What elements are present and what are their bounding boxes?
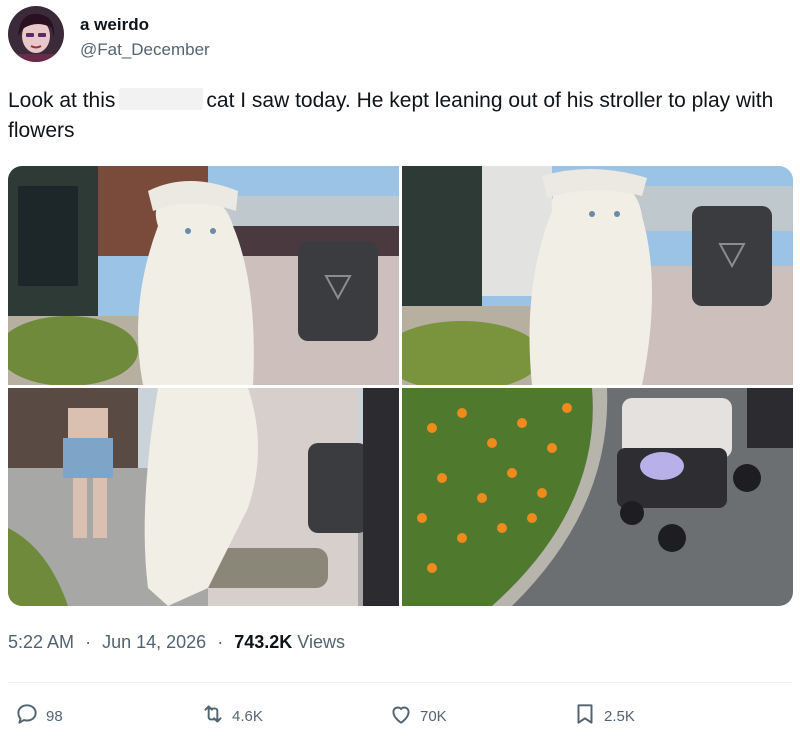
reply-count: 98 [46, 707, 63, 725]
tweet-text-before: Look at this [8, 89, 116, 112]
tweet-header: a weirdo @Fat_December [8, 6, 792, 66]
tweet-date[interactable]: Jun 14, 2026 [102, 632, 206, 652]
like-button[interactable]: 70K [388, 700, 447, 732]
divider [8, 682, 792, 683]
redaction-box [119, 88, 204, 110]
bookmark-icon [572, 701, 598, 731]
tweet-meta: 5:22 AM · Jun 14, 2026 · 743.2K Views [8, 632, 345, 653]
photo-3[interactable] [8, 388, 399, 606]
separator-dot: · [217, 632, 224, 652]
like-count: 70K [420, 707, 447, 725]
reply-button[interactable]: 98 [14, 700, 63, 732]
heart-icon [388, 701, 414, 731]
tweet-time[interactable]: 5:22 AM [8, 632, 74, 652]
display-name[interactable]: a weirdo [80, 15, 149, 35]
retweet-count: 4.6K [232, 707, 263, 725]
separator-dot: · [85, 632, 92, 652]
retweet-button[interactable]: 4.6K [200, 700, 263, 732]
retweet-icon [200, 701, 226, 731]
views-count: 743.2K [234, 632, 293, 652]
photo-1[interactable] [8, 166, 399, 385]
photo-2[interactable] [402, 166, 793, 385]
tweet-text: Look at this cat I saw today. He kept lea… [8, 86, 792, 146]
bookmark-button[interactable]: 2.5K [572, 700, 635, 732]
bookmark-count: 2.5K [604, 707, 635, 725]
user-handle[interactable]: @Fat_December [80, 40, 210, 60]
action-bar: 98 4.6K 70K 2.5K [0, 696, 800, 736]
views-label: Views [297, 632, 345, 652]
photo-4[interactable] [402, 388, 793, 606]
avatar[interactable] [8, 6, 64, 62]
reply-icon [14, 701, 40, 731]
media-grid [8, 166, 793, 606]
